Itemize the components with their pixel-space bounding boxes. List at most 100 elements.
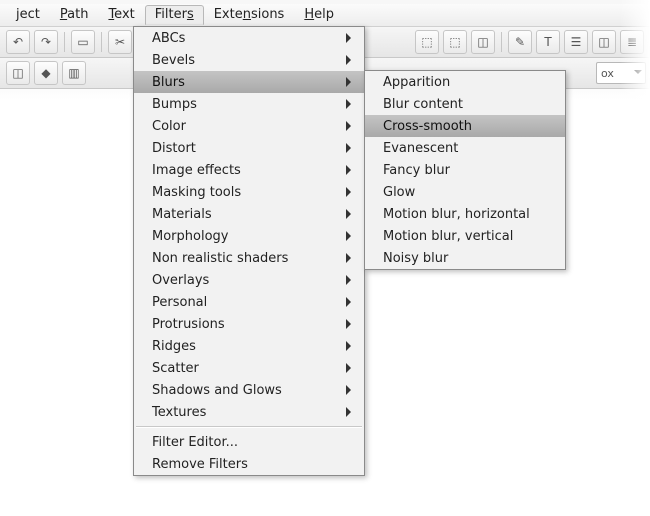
menu-item-materials[interactable]: Materials bbox=[134, 203, 364, 225]
app-window: jectPathTextFiltersExtensionsHelp ↶↷▭✂▣▣… bbox=[0, 0, 650, 516]
menu-item-shadows-and-glows[interactable]: Shadows and Glows bbox=[134, 379, 364, 401]
menu-item-bumps[interactable]: Bumps bbox=[134, 93, 364, 115]
menu-Text[interactable]: Text bbox=[98, 5, 144, 25]
menu-item-non-realistic-shaders[interactable]: Non realistic shaders bbox=[134, 247, 364, 269]
menu-item-label: Image effects bbox=[152, 163, 241, 178]
toolbar-a-rbtn-0[interactable]: ⬚ bbox=[415, 30, 439, 54]
menu-item-distort[interactable]: Distort bbox=[134, 137, 364, 159]
menu-ject[interactable]: ject bbox=[6, 5, 50, 25]
menu-separator bbox=[136, 426, 362, 428]
menu-item-textures[interactable]: Textures bbox=[134, 401, 364, 423]
menu-item-label: Noisy blur bbox=[383, 251, 448, 266]
submenu-item-motion-blur-vertical[interactable]: Motion blur, vertical bbox=[365, 225, 565, 247]
toolbar-combo[interactable]: ox bbox=[596, 62, 646, 84]
submenu-arrow-icon bbox=[346, 165, 356, 175]
menu-item-label: Filter Editor... bbox=[152, 435, 238, 450]
toolbar-icon: ⬚ bbox=[421, 35, 432, 49]
menu-item-filter-editor-[interactable]: Filter Editor... bbox=[134, 431, 364, 453]
menu-item-protrusions[interactable]: Protrusions bbox=[134, 313, 364, 335]
submenu-arrow-icon bbox=[346, 385, 356, 395]
toolbar-a-btn-3[interactable]: ✂ bbox=[108, 30, 132, 54]
menu-item-remove-filters[interactable]: Remove Filters bbox=[134, 453, 364, 475]
menu-Extensions[interactable]: Extensions bbox=[204, 5, 295, 25]
submenu-item-glow[interactable]: Glow bbox=[365, 181, 565, 203]
submenu-item-fancy-blur[interactable]: Fancy blur bbox=[365, 159, 565, 181]
toolbar-icon: ↶ bbox=[13, 35, 23, 49]
menu-item-label: Overlays bbox=[152, 273, 209, 288]
submenu-blurs: Apparition Blur content Cross-smoothEvanes… bbox=[364, 70, 566, 270]
menu-item-blurs[interactable]: Blurs bbox=[134, 71, 364, 93]
toolbar-a-rbtn-2[interactable]: ◫ bbox=[471, 30, 495, 54]
menu-item-ridges[interactable]: Ridges bbox=[134, 335, 364, 357]
menu-item-image-effects[interactable]: Image effects bbox=[134, 159, 364, 181]
toolbar-b-btn-0[interactable]: ◫ bbox=[6, 61, 30, 85]
toolbar-icon: ▥ bbox=[68, 66, 79, 80]
submenu-item-evanescent[interactable]: Evanescent bbox=[365, 137, 565, 159]
menu-item-label: Materials bbox=[152, 207, 212, 222]
menu-item-masking-tools[interactable]: Masking tools bbox=[134, 181, 364, 203]
menu-item-label: Non realistic shaders bbox=[152, 251, 288, 266]
menu-item-scatter[interactable]: Scatter bbox=[134, 357, 364, 379]
menu-item-label: Blur content bbox=[383, 97, 463, 112]
toolbar-icon: ☰ bbox=[571, 35, 582, 49]
toolbar-icon: ◫ bbox=[477, 35, 488, 49]
menu-Filters[interactable]: Filters bbox=[145, 5, 204, 25]
submenu-arrow-icon bbox=[346, 209, 356, 219]
submenu-arrow-icon bbox=[346, 77, 356, 87]
toolbar-b-btn-1[interactable]: ◆ bbox=[34, 61, 58, 85]
toolbar-icon: ◫ bbox=[12, 66, 23, 80]
submenu-item-blur-content[interactable]: Blur content bbox=[365, 93, 565, 115]
submenu-item-noisy-blur[interactable]: Noisy blur bbox=[365, 247, 565, 269]
menu-item-personal[interactable]: Personal bbox=[134, 291, 364, 313]
menu-item-label: Color bbox=[152, 119, 186, 134]
toolbar-icon: ↷ bbox=[41, 35, 51, 49]
menu-item-bevels[interactable]: Bevels bbox=[134, 49, 364, 71]
menu-item-abcs[interactable]: ABCs bbox=[134, 27, 364, 49]
submenu-arrow-icon bbox=[346, 407, 356, 417]
toolbar-a-btn-2[interactable]: ▭ bbox=[71, 30, 95, 54]
menu-item-label: Distort bbox=[152, 141, 196, 156]
submenu-arrow-icon bbox=[346, 363, 356, 373]
menu-item-label: Motion blur, vertical bbox=[383, 229, 513, 244]
toolbar-icon: ▭ bbox=[77, 35, 88, 49]
menu-item-label: Masking tools bbox=[152, 185, 241, 200]
menu-Path[interactable]: Path bbox=[50, 5, 99, 25]
menu-item-label: Glow bbox=[383, 185, 415, 200]
toolbar-a-rbtn-7[interactable]: ≣ bbox=[620, 30, 644, 54]
toolbar-a-rbtn-6[interactable]: ◫ bbox=[592, 30, 616, 54]
menu-item-label: Blurs bbox=[152, 75, 185, 90]
menu-item-label: Fancy blur bbox=[383, 163, 450, 178]
submenu-item-motion-blur-horizontal[interactable]: Motion blur, horizontal bbox=[365, 203, 565, 225]
toolbar-a-rbtn-4[interactable]: T bbox=[536, 30, 560, 54]
submenu-arrow-icon bbox=[346, 143, 356, 153]
toolbar-separator bbox=[101, 32, 102, 52]
menu-item-morphology[interactable]: Morphology bbox=[134, 225, 364, 247]
menu-item-overlays[interactable]: Overlays bbox=[134, 269, 364, 291]
submenu-arrow-icon bbox=[346, 253, 356, 263]
toolbar-icon: ◫ bbox=[598, 35, 609, 49]
toolbar-icon: ⬚ bbox=[449, 35, 460, 49]
toolbar-separator bbox=[501, 32, 502, 52]
submenu-arrow-icon bbox=[346, 341, 356, 351]
toolbar-b-btn-2[interactable]: ▥ bbox=[62, 61, 86, 85]
menu-item-label: Protrusions bbox=[152, 317, 225, 332]
toolbar-icon: ✎ bbox=[515, 35, 525, 49]
toolbar-a-rbtn-5[interactable]: ☰ bbox=[564, 30, 588, 54]
menu-item-label: Shadows and Glows bbox=[152, 383, 282, 398]
toolbar-a-btn-1[interactable]: ↷ bbox=[34, 30, 58, 54]
toolbar-a-rbtn-3[interactable]: ✎ bbox=[508, 30, 532, 54]
menu-item-color[interactable]: Color bbox=[134, 115, 364, 137]
toolbar-icon: ◆ bbox=[41, 66, 50, 80]
menu-Help[interactable]: Help bbox=[294, 5, 344, 25]
submenu-arrow-icon bbox=[346, 121, 356, 131]
toolbar-a-btn-0[interactable]: ↶ bbox=[6, 30, 30, 54]
submenu-arrow-icon bbox=[346, 231, 356, 241]
submenu-item-apparition[interactable]: Apparition bbox=[365, 71, 565, 93]
menu-item-label: Personal bbox=[152, 295, 207, 310]
menu-item-label: Bevels bbox=[152, 53, 195, 68]
submenu-arrow-icon bbox=[346, 275, 356, 285]
toolbar-a-rbtn-1[interactable]: ⬚ bbox=[443, 30, 467, 54]
submenu-item-cross-smooth[interactable]: Cross-smooth bbox=[365, 115, 565, 137]
menu-item-label: Textures bbox=[152, 405, 206, 420]
menu-filters: ABCs Bevels Blurs Bumps Color Distort Image ef… bbox=[133, 26, 365, 476]
